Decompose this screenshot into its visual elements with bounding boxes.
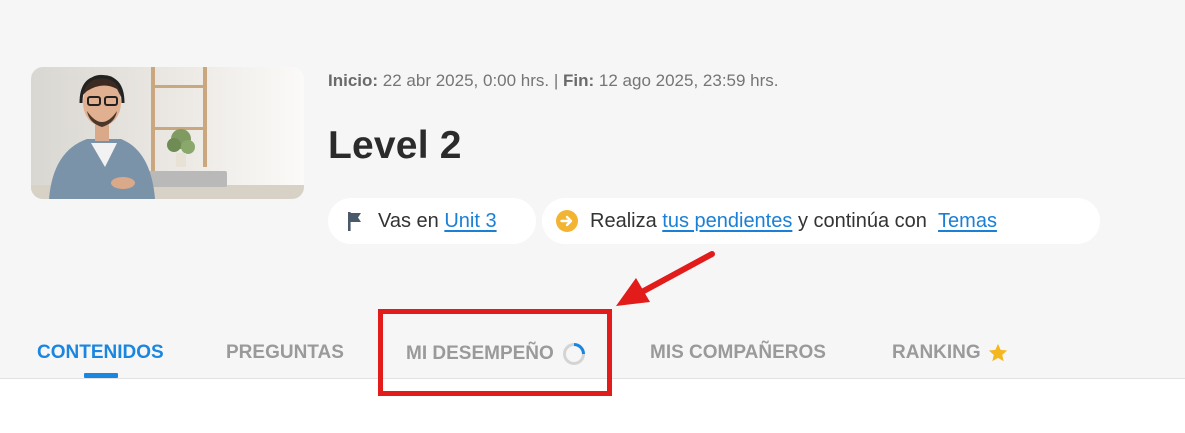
tab-label: MIS COMPAÑEROS xyxy=(650,342,826,363)
dates-separator: | xyxy=(553,71,559,90)
course-title: Level 2 xyxy=(328,124,462,167)
arrow-right-circle-icon xyxy=(554,208,580,234)
pending-middle: y continúa con xyxy=(797,209,927,232)
pending-prefix: Realiza xyxy=(590,209,657,232)
end-label: Fin: xyxy=(563,71,595,90)
tab-preguntas[interactable]: PREGUNTAS xyxy=(226,342,344,364)
star-icon xyxy=(987,342,1009,364)
tab-contenidos[interactable]: CONTENIDOS xyxy=(37,342,164,364)
topics-link[interactable]: Temas xyxy=(938,210,997,233)
start-label: Inicio: xyxy=(328,71,379,90)
annotation-highlight-box xyxy=(378,309,612,396)
flag-icon xyxy=(342,208,368,234)
tab-ranking[interactable]: RANKING xyxy=(892,342,1009,364)
course-dates: Inicio: 22 abr 2025, 0:00 hrs. | Fin: 12… xyxy=(328,71,779,91)
tab-mis-companeros[interactable]: MIS COMPAÑEROS xyxy=(650,342,826,364)
progress-pill: Vas en Unit 3 xyxy=(328,198,536,244)
tab-label: PREGUNTAS xyxy=(226,342,344,363)
page: Inicio: 22 abr 2025, 0:00 hrs. | Fin: 12… xyxy=(0,0,1185,433)
progress-prefix: Vas en xyxy=(378,209,439,232)
end-value: 12 ago 2025, 23:59 hrs. xyxy=(598,71,779,90)
active-tab-indicator xyxy=(84,373,118,378)
course-cover-image xyxy=(31,67,304,199)
annotation-arrow-icon xyxy=(616,251,715,306)
pending-pill: Realiza tus pendientes y continúa con Te… xyxy=(542,198,1100,244)
tab-label: CONTENIDOS xyxy=(37,342,164,363)
current-unit-link[interactable]: Unit 3 xyxy=(444,210,496,233)
start-value: 22 abr 2025, 0:00 hrs. xyxy=(382,71,550,90)
pending-tasks-link[interactable]: tus pendientes xyxy=(662,210,792,233)
tab-label: RANKING xyxy=(892,342,981,363)
